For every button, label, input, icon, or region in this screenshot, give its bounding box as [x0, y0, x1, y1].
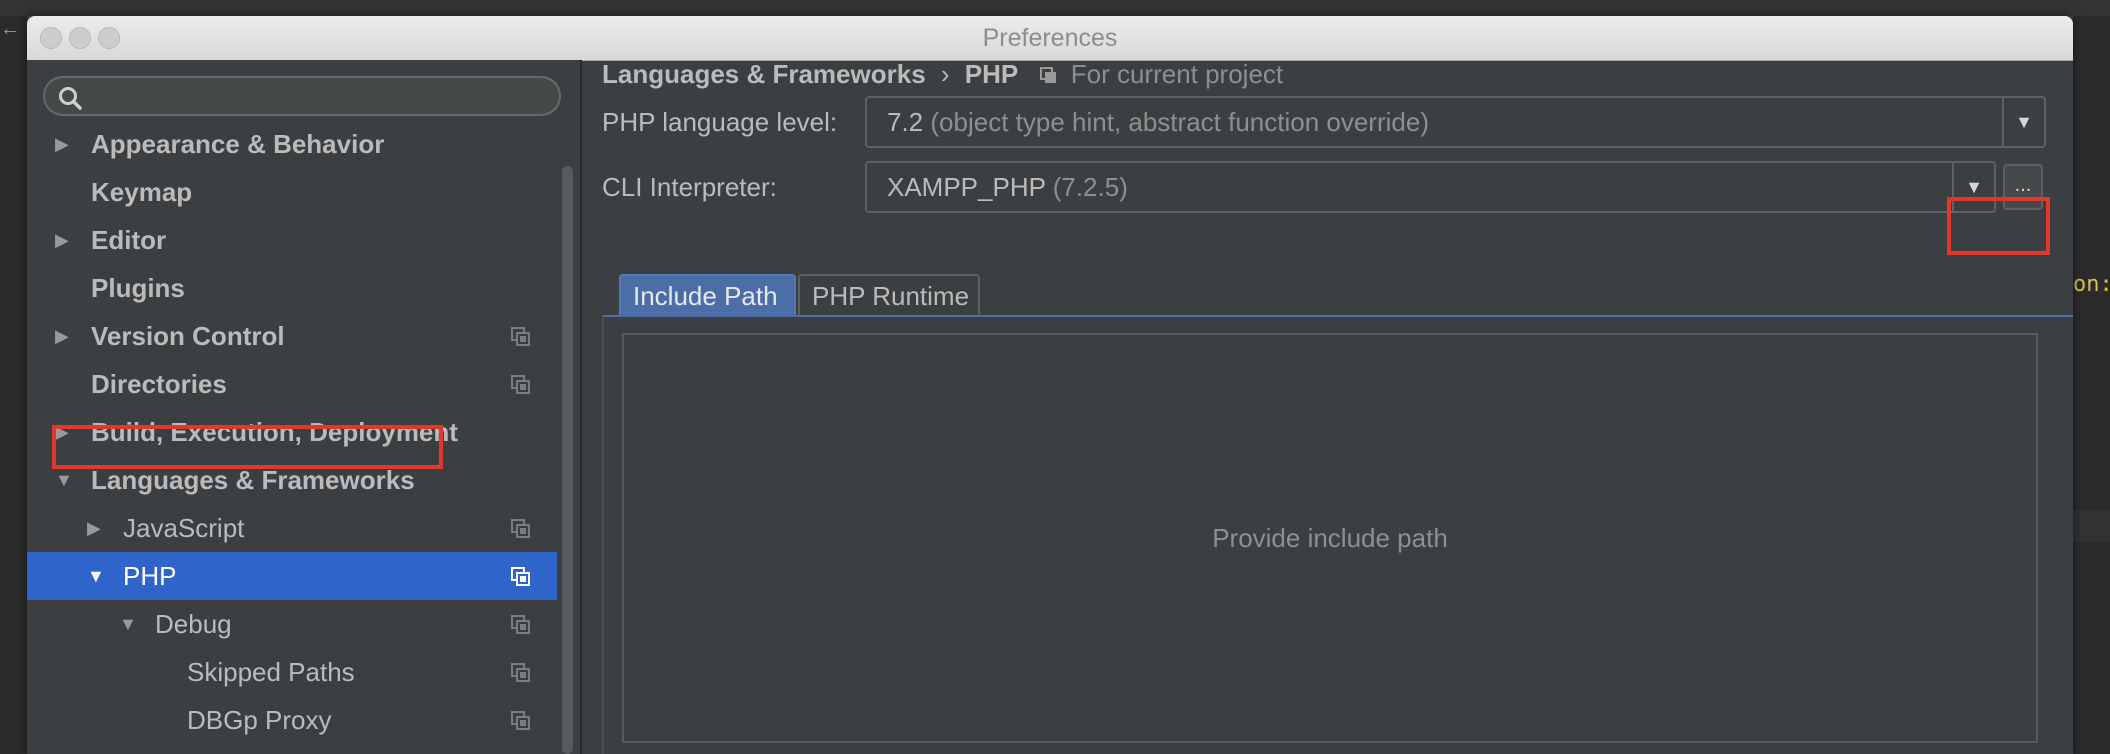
project-scope-icon: [511, 663, 530, 682]
sidebar-item-label: DBGp Proxy: [187, 705, 332, 735]
project-scope-icon: [511, 327, 530, 346]
project-scope-icon: [511, 519, 530, 538]
sidebar-item-label: Debug: [155, 609, 232, 639]
breadcrumb-scope: For current project: [1070, 59, 1284, 89]
sidebar-item-editor[interactable]: ▶ Editor: [27, 216, 557, 264]
breadcrumb-current: PHP: [964, 59, 1019, 89]
sidebar-item-label: PHP: [123, 561, 177, 591]
search-input[interactable]: [91, 82, 555, 112]
tree-expand-icon[interactable]: ▶: [87, 504, 101, 552]
project-scope-icon: [511, 615, 530, 634]
project-scope-icon: [511, 711, 530, 730]
cli-interpreter-version: (7.2.5): [1052, 172, 1128, 202]
sidebar-item-version-control[interactable]: ▶ Version Control: [27, 312, 557, 360]
language-level-description: (object type hint, abstract function ove…: [930, 107, 1429, 137]
cli-interpreter-label: CLI Interpreter:: [602, 172, 777, 202]
sidebar-item-label: Plugins: [91, 273, 185, 303]
project-scope-icon: [511, 567, 530, 586]
sidebar-item-directories[interactable]: Directories: [27, 360, 557, 408]
sidebar-item-plugins[interactable]: Plugins: [27, 264, 557, 312]
ide-background-code-fragment: on:: [2073, 272, 2110, 297]
cli-interpreter-value-text: XAMPP_PHP (7.2.5): [887, 163, 1128, 211]
settings-sidebar: ▶ Appearance & Behavior Keymap ▶ Editor Plugi…: [27, 60, 580, 754]
tree-collapse-icon[interactable]: ▼: [87, 552, 105, 600]
sidebar-item-label: Keymap: [91, 177, 193, 207]
include-path-empty-text: Provide include path: [1212, 523, 1448, 553]
ide-background-left-gutter: [0, 16, 27, 754]
cli-interpreter-highlight-annotation: [1947, 197, 2050, 255]
search-icon: [59, 87, 82, 110]
sidebar-item-dbgp-proxy[interactable]: DBGp Proxy: [27, 696, 557, 744]
sidebar-item-appearance-behavior[interactable]: ▶ Appearance & Behavior: [27, 120, 557, 168]
preferences-dialog: Preferences ▶ Appearance & Behavior Keymap…: [27, 16, 2073, 754]
settings-search-box[interactable]: [43, 76, 561, 116]
tree-expand-icon[interactable]: ▶: [55, 312, 69, 360]
sidebar-item-label: Directories: [91, 369, 227, 399]
language-level-dropdown-button[interactable]: ▼: [2002, 98, 2044, 146]
sidebar-item-debug[interactable]: ▼ Debug: [27, 600, 557, 648]
tab-include-path[interactable]: Include Path: [619, 274, 796, 316]
sidebar-item-javascript[interactable]: ▶ JavaScript: [27, 504, 557, 552]
sidebar-item-label: Appearance & Behavior: [91, 129, 385, 159]
cli-interpreter-combobox[interactable]: XAMPP_PHP (7.2.5) ▼: [865, 161, 1996, 213]
sidebar-item-keymap[interactable]: Keymap: [27, 168, 557, 216]
project-scope-icon: [1039, 67, 1056, 84]
tree-expand-icon[interactable]: ▶: [55, 120, 69, 168]
tree-collapse-icon[interactable]: ▼: [119, 600, 137, 648]
project-scope-icon: [511, 375, 530, 394]
sidebar-item-label: Editor: [91, 225, 167, 255]
sidebar-scrollbar-thumb[interactable]: [562, 166, 573, 754]
ide-background-editor: [2073, 16, 2110, 754]
ide-background-caret-line: [2073, 510, 2110, 542]
cli-interpreter-value: XAMPP_PHP: [887, 172, 1046, 202]
tab-php-runtime[interactable]: PHP Runtime: [798, 274, 980, 316]
language-level-value-text: 7.2 (object type hint, abstract function…: [887, 98, 1429, 146]
breadcrumb: Languages & Frameworks › PHP For current…: [602, 56, 1283, 92]
breadcrumb-parent: Languages & Frameworks: [602, 59, 926, 89]
back-arrow-icon: ←: [0, 18, 20, 40]
breadcrumb-separator: ›: [940, 59, 950, 89]
sidebar-item-label: Skipped Paths: [187, 657, 355, 687]
tree-expand-icon[interactable]: ▶: [55, 216, 69, 264]
include-path-list[interactable]: Provide include path: [622, 333, 2038, 743]
sidebar-item-label: Version Control: [91, 321, 285, 351]
ide-background-toolbar: [0, 0, 2110, 16]
include-path-panel: Provide include path: [602, 315, 2073, 754]
language-level-combobox[interactable]: 7.2 (object type hint, abstract function…: [865, 96, 2046, 148]
language-level-value: 7.2: [887, 107, 924, 137]
chevron-down-icon: ▼: [2015, 112, 2033, 132]
php-item-highlight-annotation: [52, 425, 443, 469]
splitter[interactable]: [580, 60, 582, 754]
sidebar-item-skipped-paths[interactable]: Skipped Paths: [27, 648, 557, 696]
language-level-label: PHP language level:: [602, 107, 838, 137]
sidebar-item-label: JavaScript: [123, 513, 245, 543]
title-bar: Preferences: [27, 16, 2073, 61]
sidebar-item-php[interactable]: ▼ PHP: [27, 552, 557, 600]
window-title: Preferences: [982, 24, 1118, 52]
